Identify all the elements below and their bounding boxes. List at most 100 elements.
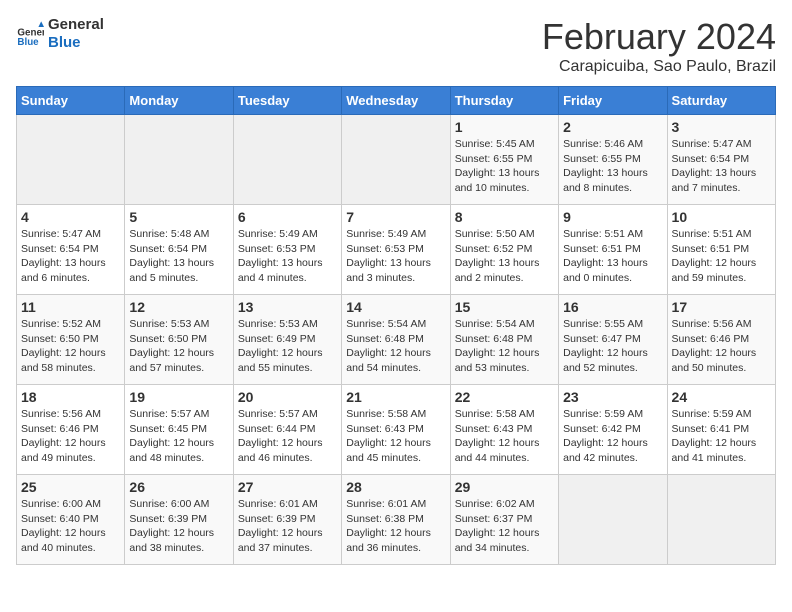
day-number: 1 (455, 119, 554, 135)
day-info: Sunrise: 5:57 AM Sunset: 6:45 PM Dayligh… (129, 407, 228, 466)
day-number: 22 (455, 389, 554, 405)
day-cell: 5 Sunrise: 5:48 AM Sunset: 6:54 PM Daylig… (125, 205, 233, 295)
month-title: February 2024 (542, 16, 776, 58)
day-number: 24 (672, 389, 771, 405)
day-info: Sunrise: 5:46 AM Sunset: 6:55 PM Dayligh… (563, 137, 662, 196)
day-number: 5 (129, 209, 228, 225)
day-cell: 28Sunrise: 6:01 AM Sunset: 6:38 PM Dayli… (342, 475, 450, 565)
day-number: 16 (563, 299, 662, 315)
day-cell: 15 Sunrise: 5:54 AM Sunset: 6:48 PM Dayli… (450, 295, 558, 385)
day-cell: 23 Sunrise: 5:59 AM Sunset: 6:42 PM Dayli… (559, 385, 667, 475)
day-cell: 14Sunrise: 5:54 AM Sunset: 6:48 PM Dayli… (342, 295, 450, 385)
day-info: Sunrise: 5:47 AM Sunset: 6:54 PM Dayligh… (21, 227, 120, 286)
day-info: Sunrise: 5:48 AM Sunset: 6:54 PM Dayligh… (129, 227, 228, 286)
day-number: 3 (672, 119, 771, 135)
day-info: Sunrise: 5:45 AM Sunset: 6:55 PM Dayligh… (455, 137, 554, 196)
header-cell-monday: Monday (125, 87, 233, 115)
header-cell-tuesday: Tuesday (233, 87, 341, 115)
day-info: Sunrise: 5:49 AM Sunset: 6:53 PM Dayligh… (346, 227, 445, 286)
day-cell: 26 Sunrise: 6:00 AM Sunset: 6:39 PM Dayli… (125, 475, 233, 565)
day-cell: 3 Sunrise: 5:47 AM Sunset: 6:54 PM Daylig… (667, 115, 775, 205)
day-cell: 25Sunrise: 6:00 AM Sunset: 6:40 PM Dayli… (17, 475, 125, 565)
day-number: 9 (563, 209, 662, 225)
day-number: 27 (238, 479, 337, 495)
day-info: Sunrise: 6:00 AM Sunset: 6:39 PM Dayligh… (129, 497, 228, 556)
day-number: 6 (238, 209, 337, 225)
day-number: 2 (563, 119, 662, 135)
day-info: Sunrise: 5:52 AM Sunset: 6:50 PM Dayligh… (21, 317, 120, 376)
day-info: Sunrise: 5:55 AM Sunset: 6:47 PM Dayligh… (563, 317, 662, 376)
week-row-3: 18 Sunrise: 5:56 AM Sunset: 6:46 PM Dayli… (17, 385, 776, 475)
day-cell: 20 Sunrise: 5:57 AM Sunset: 6:44 PM Dayli… (233, 385, 341, 475)
day-info: Sunrise: 5:53 AM Sunset: 6:49 PM Dayligh… (238, 317, 337, 376)
day-number: 17 (672, 299, 771, 315)
day-cell: 17Sunrise: 5:56 AM Sunset: 6:46 PM Dayli… (667, 295, 775, 385)
day-number: 26 (129, 479, 228, 495)
day-info: Sunrise: 5:57 AM Sunset: 6:44 PM Dayligh… (238, 407, 337, 466)
week-row-2: 11Sunrise: 5:52 AM Sunset: 6:50 PM Dayli… (17, 295, 776, 385)
day-cell: 12 Sunrise: 5:53 AM Sunset: 6:50 PM Dayli… (125, 295, 233, 385)
day-cell: 2 Sunrise: 5:46 AM Sunset: 6:55 PM Daylig… (559, 115, 667, 205)
day-info: Sunrise: 5:51 AM Sunset: 6:51 PM Dayligh… (563, 227, 662, 286)
day-cell: 9 Sunrise: 5:51 AM Sunset: 6:51 PM Daylig… (559, 205, 667, 295)
day-cell: 13 Sunrise: 5:53 AM Sunset: 6:49 PM Dayli… (233, 295, 341, 385)
header-row: SundayMondayTuesdayWednesdayThursdayFrid… (17, 87, 776, 115)
day-info: Sunrise: 5:54 AM Sunset: 6:48 PM Dayligh… (455, 317, 554, 376)
day-number: 18 (21, 389, 120, 405)
title-area: February 2024 Carapicuiba, Sao Paulo, Br… (542, 16, 776, 76)
logo-icon: General Blue (16, 20, 44, 48)
svg-text:Blue: Blue (17, 37, 39, 48)
day-info: Sunrise: 5:56 AM Sunset: 6:46 PM Dayligh… (21, 407, 120, 466)
day-info: Sunrise: 5:50 AM Sunset: 6:52 PM Dayligh… (455, 227, 554, 286)
day-number: 23 (563, 389, 662, 405)
day-cell: 10Sunrise: 5:51 AM Sunset: 6:51 PM Dayli… (667, 205, 775, 295)
day-info: Sunrise: 5:53 AM Sunset: 6:50 PM Dayligh… (129, 317, 228, 376)
day-cell: 1 Sunrise: 5:45 AM Sunset: 6:55 PM Daylig… (450, 115, 558, 205)
day-cell: 29 Sunrise: 6:02 AM Sunset: 6:37 PM Dayli… (450, 475, 558, 565)
day-info: Sunrise: 5:58 AM Sunset: 6:43 PM Dayligh… (455, 407, 554, 466)
day-info: Sunrise: 5:59 AM Sunset: 6:41 PM Dayligh… (672, 407, 771, 466)
logo: General Blue General Blue (16, 16, 104, 52)
day-info: Sunrise: 5:59 AM Sunset: 6:42 PM Dayligh… (563, 407, 662, 466)
day-number: 13 (238, 299, 337, 315)
day-number: 20 (238, 389, 337, 405)
day-info: Sunrise: 5:49 AM Sunset: 6:53 PM Dayligh… (238, 227, 337, 286)
day-cell: 27 Sunrise: 6:01 AM Sunset: 6:39 PM Dayli… (233, 475, 341, 565)
header-cell-thursday: Thursday (450, 87, 558, 115)
day-number: 28 (346, 479, 445, 495)
day-cell (559, 475, 667, 565)
day-cell: 18 Sunrise: 5:56 AM Sunset: 6:46 PM Dayli… (17, 385, 125, 475)
day-cell: 21Sunrise: 5:58 AM Sunset: 6:43 PM Dayli… (342, 385, 450, 475)
day-info: Sunrise: 5:54 AM Sunset: 6:48 PM Dayligh… (346, 317, 445, 376)
day-info: Sunrise: 6:01 AM Sunset: 6:39 PM Dayligh… (238, 497, 337, 556)
header-cell-friday: Friday (559, 87, 667, 115)
day-number: 19 (129, 389, 228, 405)
day-cell (125, 115, 233, 205)
calendar-header: SundayMondayTuesdayWednesdayThursdayFrid… (17, 87, 776, 115)
day-cell: 16 Sunrise: 5:55 AM Sunset: 6:47 PM Dayli… (559, 295, 667, 385)
calendar-table: SundayMondayTuesdayWednesdayThursdayFrid… (16, 86, 776, 565)
day-cell: 11Sunrise: 5:52 AM Sunset: 6:50 PM Dayli… (17, 295, 125, 385)
day-cell (233, 115, 341, 205)
day-number: 7 (346, 209, 445, 225)
day-number: 21 (346, 389, 445, 405)
day-cell: 19 Sunrise: 5:57 AM Sunset: 6:45 PM Dayli… (125, 385, 233, 475)
day-info: Sunrise: 5:47 AM Sunset: 6:54 PM Dayligh… (672, 137, 771, 196)
logo-line2: Blue (48, 34, 104, 52)
day-info: Sunrise: 6:02 AM Sunset: 6:37 PM Dayligh… (455, 497, 554, 556)
day-cell (667, 475, 775, 565)
day-number: 12 (129, 299, 228, 315)
calendar-body: 1 Sunrise: 5:45 AM Sunset: 6:55 PM Daylig… (17, 115, 776, 565)
day-cell: 8 Sunrise: 5:50 AM Sunset: 6:52 PM Daylig… (450, 205, 558, 295)
day-number: 29 (455, 479, 554, 495)
day-cell: 4Sunrise: 5:47 AM Sunset: 6:54 PM Daylig… (17, 205, 125, 295)
day-number: 8 (455, 209, 554, 225)
week-row-0: 1 Sunrise: 5:45 AM Sunset: 6:55 PM Daylig… (17, 115, 776, 205)
header-cell-saturday: Saturday (667, 87, 775, 115)
day-cell: 7 Sunrise: 5:49 AM Sunset: 6:53 PM Daylig… (342, 205, 450, 295)
day-info: Sunrise: 6:00 AM Sunset: 6:40 PM Dayligh… (21, 497, 120, 556)
day-cell: 24 Sunrise: 5:59 AM Sunset: 6:41 PM Dayli… (667, 385, 775, 475)
day-number: 15 (455, 299, 554, 315)
header-cell-wednesday: Wednesday (342, 87, 450, 115)
day-cell (17, 115, 125, 205)
